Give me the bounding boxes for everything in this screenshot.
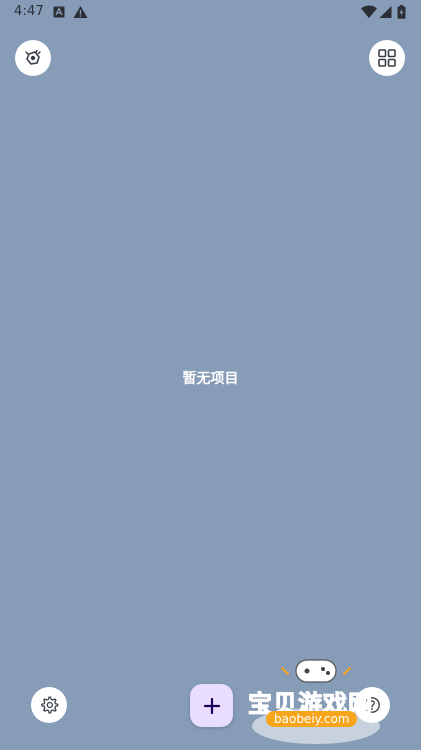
grid-view-icon <box>378 49 396 67</box>
signal-icon <box>379 6 392 18</box>
gear-icon <box>41 696 59 714</box>
battery-icon <box>397 5 406 19</box>
settings-button[interactable] <box>31 687 67 723</box>
warning-icon <box>73 6 88 18</box>
watermark: 宝贝游戏网 baobeiy.com <box>244 654 394 746</box>
appearance-icon <box>25 49 41 65</box>
a-notification-icon <box>53 6 65 18</box>
watermark-url: baobeiy.com <box>266 711 358 727</box>
appearance-button[interactable] <box>15 40 51 76</box>
status-bar: 4:47 <box>0 0 421 24</box>
status-time: 4:47 <box>14 4 44 19</box>
empty-state-text: 暂无项目 <box>182 371 239 387</box>
wifi-icon <box>361 5 377 18</box>
add-project-button[interactable] <box>190 684 233 727</box>
grid-view-button[interactable] <box>369 40 405 76</box>
plus-icon <box>203 697 220 714</box>
